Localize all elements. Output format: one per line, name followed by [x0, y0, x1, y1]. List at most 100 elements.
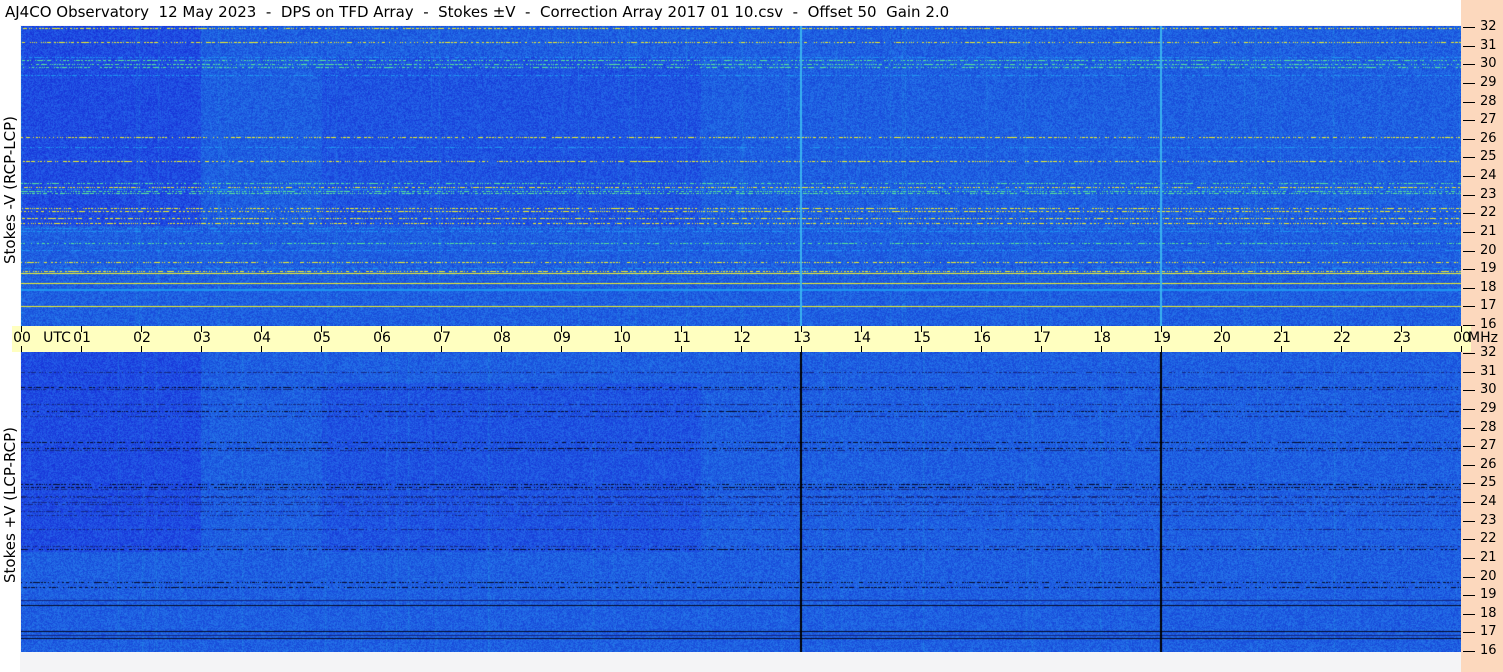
- top-panel-ylabel: Stokes -V (RCP-LCP): [1, 116, 19, 264]
- freq-tick: [1463, 390, 1475, 392]
- freq-tick: [1463, 408, 1475, 410]
- time-tick-label: 22: [1333, 330, 1351, 346]
- freq-tick: [1463, 45, 1475, 47]
- time-tick: [81, 346, 82, 352]
- time-tick: [1041, 346, 1042, 352]
- freq-tick: [1463, 27, 1475, 28]
- mhz-label: MHz: [1468, 330, 1498, 346]
- time-tick: [1221, 346, 1222, 352]
- time-tick-label: 03: [193, 330, 211, 346]
- freq-tick: [1463, 269, 1475, 271]
- freq-tick-label: 27: [1480, 112, 1497, 128]
- time-tick-label: 04: [253, 330, 271, 346]
- freq-tick-label: 16: [1480, 643, 1497, 658]
- time-tick-label: 06: [373, 330, 391, 346]
- freq-tick: [1463, 250, 1475, 252]
- freq-tick: [1463, 464, 1475, 466]
- freq-tick-label: 26: [1480, 456, 1497, 472]
- freq-tick-label: 22: [1480, 531, 1497, 547]
- freq-tick: [1463, 576, 1475, 578]
- time-tick: [1401, 346, 1402, 352]
- freq-tick: [1463, 353, 1475, 354]
- freq-tick-label: 31: [1480, 37, 1497, 53]
- freq-tick-label: 25: [1480, 149, 1497, 165]
- time-tick: [1461, 346, 1462, 352]
- freq-tick-label: 16: [1480, 317, 1497, 332]
- time-tick: [861, 346, 862, 352]
- freq-tick-label: 30: [1480, 56, 1497, 72]
- freq-tick: [1463, 64, 1475, 66]
- freq-tick-label: 18: [1480, 605, 1497, 621]
- freq-tick: [1463, 231, 1475, 233]
- time-tick-label: 08: [493, 330, 511, 346]
- time-tick-label: 09: [553, 330, 571, 346]
- time-tick: [801, 346, 802, 352]
- freq-tick: [1463, 120, 1475, 122]
- time-tick: [321, 346, 322, 352]
- utc-label: UTC: [43, 330, 71, 346]
- time-tick: [501, 346, 502, 352]
- time-tick-label: 19: [1153, 330, 1171, 346]
- freq-tick: [1463, 371, 1475, 373]
- freq-tick-label: 17: [1480, 624, 1497, 640]
- bottom-panel-ylabel: Stokes +V (LCP-RCP): [1, 427, 19, 583]
- freq-tick: [1463, 539, 1475, 541]
- freq-tick: [1463, 101, 1475, 103]
- freq-tick: [1463, 651, 1475, 652]
- time-tick-label: 11: [673, 330, 691, 346]
- freq-tick-label: 18: [1480, 279, 1497, 295]
- time-tick: [981, 346, 982, 352]
- freq-tick-label: 31: [1480, 363, 1497, 379]
- freq-tick: [1463, 613, 1475, 615]
- time-tick-label: 01: [73, 330, 91, 346]
- time-tick: [1101, 346, 1102, 352]
- time-tick: [1161, 346, 1162, 352]
- time-tick: [1341, 346, 1342, 352]
- freq-tick-label: 28: [1480, 419, 1497, 435]
- freq-tick-label: 28: [1480, 93, 1497, 109]
- freq-tick-label: 24: [1480, 494, 1497, 509]
- freq-tick-label: 23: [1480, 186, 1497, 202]
- freq-tick: [1463, 483, 1475, 485]
- freq-tick-label: 21: [1480, 549, 1497, 565]
- freq-tick-label: 19: [1480, 587, 1497, 603]
- freq-tick: [1463, 325, 1475, 326]
- freq-tick-label: 29: [1480, 400, 1497, 416]
- time-tick-label: 21: [1273, 330, 1291, 346]
- spectrogram-bottom: [21, 352, 1461, 652]
- freq-tick-label: 32: [1480, 345, 1497, 360]
- freq-tick-label: 24: [1480, 168, 1497, 183]
- time-tick: [561, 346, 562, 352]
- freq-tick-label: 23: [1480, 512, 1497, 528]
- freq-tick-label: 21: [1480, 223, 1497, 239]
- freq-tick-label: 25: [1480, 475, 1497, 491]
- time-tick: [681, 346, 682, 352]
- time-tick-label: 12: [733, 330, 751, 346]
- time-tick-label: 10: [613, 330, 631, 346]
- freq-tick-label: 19: [1480, 261, 1497, 277]
- time-tick: [201, 346, 202, 352]
- freq-tick: [1463, 557, 1475, 559]
- time-tick: [1281, 346, 1282, 352]
- time-tick-label: 07: [433, 330, 451, 346]
- time-tick-label: 02: [133, 330, 151, 346]
- freq-tick: [1463, 632, 1475, 634]
- spectrogram-top: [21, 26, 1461, 326]
- freq-tick: [1463, 520, 1475, 522]
- freq-tick: [1463, 176, 1475, 177]
- time-tick-label: 23: [1393, 330, 1411, 346]
- time-tick: [261, 346, 262, 352]
- time-tick-label: 18: [1093, 330, 1111, 346]
- freq-tick-label: 17: [1480, 298, 1497, 314]
- time-tick-label: 17: [1033, 330, 1051, 346]
- time-tick: [381, 346, 382, 352]
- freq-tick: [1463, 427, 1475, 429]
- freq-tick-label: 32: [1480, 19, 1497, 34]
- time-tick-label: 00: [13, 330, 31, 346]
- freq-tick-label: 20: [1480, 242, 1497, 258]
- freq-tick-label: 20: [1480, 568, 1497, 584]
- freq-tick: [1463, 287, 1475, 289]
- freq-tick: [1463, 194, 1475, 196]
- freq-tick: [1463, 157, 1475, 159]
- time-tick-label: 15: [913, 330, 931, 346]
